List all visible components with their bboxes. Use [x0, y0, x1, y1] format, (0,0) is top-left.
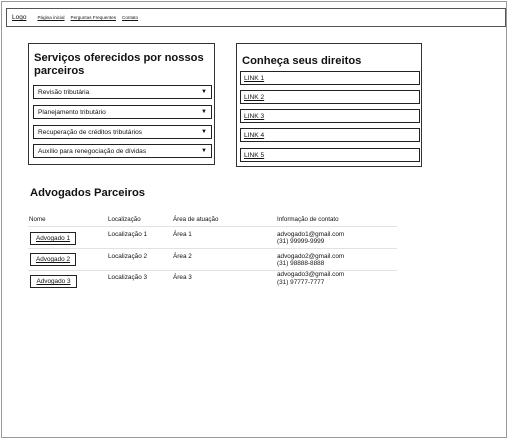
- rights-title: Conheça seus direitos: [242, 55, 362, 67]
- logo[interactable]: Logo: [12, 14, 26, 21]
- service-option-label: Auxílio para renegociação de dívidas: [38, 147, 147, 155]
- nav-links: Página inicial Perguntas Frequentes Cont…: [37, 15, 138, 20]
- caret-down-icon: ▼: [201, 148, 207, 154]
- rights-link-box-1: LINK 1: [240, 71, 420, 85]
- table-cell-location: Localização 3: [108, 274, 148, 281]
- nav-link-faq[interactable]: Perguntas Frequentes: [71, 15, 116, 20]
- table-divider: [28, 248, 397, 249]
- lawyer-button-2[interactable]: Advogado 2: [30, 253, 76, 266]
- rights-card: Conheça seus direitos LINK 1 LINK 2 LINK…: [236, 43, 422, 167]
- column-header-name: Nome: [29, 216, 46, 223]
- top-nav-bar: Logo Página inicial Perguntas Frequentes…: [6, 8, 506, 27]
- table-divider: [28, 226, 397, 227]
- nav-link-home[interactable]: Página inicial: [37, 15, 64, 20]
- service-select-3[interactable]: Recuperação de créditos tributários ▼: [33, 125, 212, 139]
- lawyer-button-3[interactable]: Advogado 3: [30, 275, 77, 288]
- nav-link-contact[interactable]: Contato: [122, 15, 138, 20]
- rights-link-5[interactable]: LINK 5: [244, 152, 264, 159]
- table-cell-area: Área 2: [173, 253, 192, 260]
- services-title: Serviços oferecidos por nossos parceiros: [34, 52, 204, 77]
- lawyers-title: Advogados Parceiros: [30, 187, 146, 199]
- service-option-label: Revisão tributária: [38, 88, 90, 96]
- table-cell-area: Área 1: [173, 231, 192, 238]
- rights-link-box-4: LINK 4: [240, 128, 420, 142]
- table-cell-location: Localização 1: [108, 231, 148, 238]
- table-cell-location: Localização 2: [108, 253, 148, 260]
- service-option-label: Planejamento tributário: [38, 108, 106, 116]
- table-cell-area: Área 3: [173, 274, 192, 281]
- rights-link-3[interactable]: LINK 3: [244, 113, 264, 120]
- page-frame: Logo Página inicial Perguntas Frequentes…: [1, 1, 507, 438]
- service-select-2[interactable]: Planejamento tributário ▼: [33, 105, 212, 119]
- table-cell-phone: (31) 99999-9999: [277, 238, 325, 245]
- services-card: Serviços oferecidos por nossos parceiros…: [28, 43, 215, 165]
- table-cell-phone: (31) 97777-7777: [277, 279, 325, 286]
- service-option-label: Recuperação de créditos tributários: [38, 128, 143, 136]
- table-cell-phone: (31) 98888-8888: [277, 260, 325, 267]
- service-select-4[interactable]: Auxílio para renegociação de dívidas ▼: [33, 144, 212, 158]
- rights-link-2[interactable]: LINK 2: [244, 94, 264, 101]
- table-cell-email: advogado3@gmail.com: [277, 271, 345, 278]
- caret-down-icon: ▼: [201, 89, 207, 95]
- caret-down-icon: ▼: [201, 129, 207, 135]
- rights-link-box-2: LINK 2: [240, 90, 420, 104]
- lawyer-button-1[interactable]: Advogado 1: [30, 232, 76, 245]
- rights-link-box-5: LINK 5: [240, 148, 420, 162]
- service-select-1[interactable]: Revisão tributária ▼: [33, 85, 212, 99]
- column-header-contact: Informação de contato: [277, 216, 339, 223]
- rights-link-box-3: LINK 3: [240, 109, 420, 123]
- column-header-location: Localização: [108, 216, 141, 223]
- rights-link-1[interactable]: LINK 1: [244, 75, 264, 82]
- caret-down-icon: ▼: [201, 109, 207, 115]
- rights-link-4[interactable]: LINK 4: [244, 132, 264, 139]
- column-header-area: Área de atuação: [173, 216, 219, 223]
